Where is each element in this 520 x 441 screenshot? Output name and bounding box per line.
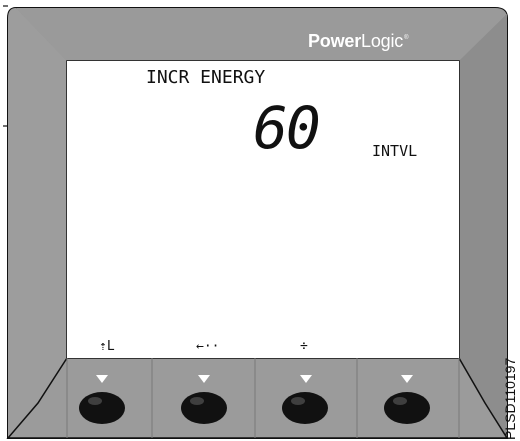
- softkey-button-3[interactable]: [270, 384, 340, 430]
- device-front-panel: PowerLogic® INCR ENERGY 60 INTVL ⇡L ←·· …: [0, 0, 520, 441]
- brand-registered-mark: ®: [404, 35, 409, 41]
- softkey-button-4[interactable]: [372, 384, 442, 430]
- display-value: 60: [253, 94, 321, 162]
- brand-logic-text: Logic: [361, 31, 404, 51]
- powerlogic-logo: PowerLogic®: [308, 31, 409, 56]
- softkey-label-1: ⇡L: [99, 339, 115, 354]
- softkey-label-3: ÷: [300, 339, 308, 354]
- image-code-text: PLSD110197: [502, 357, 518, 440]
- image-code: PLSD110197: [500, 340, 520, 440]
- softkey-label-2: ←··: [196, 339, 220, 354]
- softkey-button-1[interactable]: [67, 384, 137, 430]
- softkey-strip: [67, 328, 459, 358]
- top-facet: [16, 8, 507, 61]
- softkey-button-2[interactable]: [169, 384, 239, 430]
- brand-power-text: Power: [308, 31, 362, 51]
- display-unit: INTVL: [372, 142, 418, 160]
- display-title: INCR ENERGY: [146, 67, 266, 88]
